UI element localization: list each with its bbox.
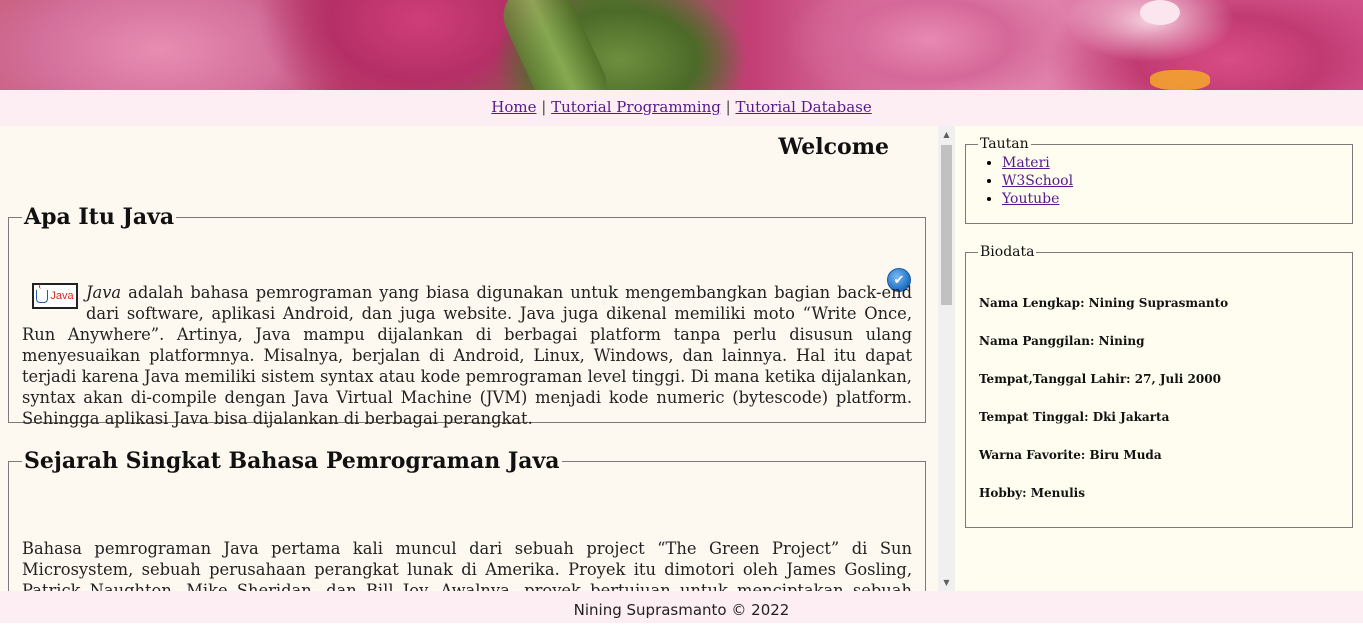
scroll-up-arrow-icon[interactable]: ▲	[938, 126, 955, 143]
link-materi[interactable]: Materi	[1002, 155, 1050, 171]
main-content[interactable]: Welcome Apa Itu Java ✔ Java Java adalah …	[0, 126, 938, 591]
nav-link-tutorial-programming[interactable]: Tutorial Programming	[551, 98, 721, 116]
section-paragraph: Bahasa pemrograman Java pertama kali mun…	[22, 539, 912, 591]
bio-nama-panggilan: Nama Panggilan: Nining	[979, 334, 1145, 348]
link-youtube[interactable]: Youtube	[1002, 191, 1059, 207]
java-emphasis: Java	[86, 283, 122, 302]
list-item: Youtube	[1002, 190, 1340, 208]
tautan-list: Materi W3School Youtube	[978, 154, 1340, 208]
bio-warna-favorite: Warna Favorite: Biru Muda	[979, 448, 1162, 462]
nav-separator: |	[725, 98, 731, 116]
nav-link-home[interactable]: Home	[491, 98, 536, 116]
bio-tempat-tinggal: Tempat Tinggal: Dki Jakarta	[979, 410, 1170, 424]
section-title: Apa Itu Java	[24, 204, 175, 230]
biodata-legend: Biodata	[980, 244, 1035, 260]
coffee-cup-icon	[36, 283, 49, 303]
biodata-box: Biodata Nama Lengkap: Nining Suprasmanto…	[965, 244, 1353, 528]
tautan-legend: Tautan	[980, 136, 1029, 152]
scroll-thumb[interactable]	[941, 145, 952, 305]
java-logo: Java	[32, 283, 78, 309]
java-logo-text: Java	[50, 289, 74, 302]
section-paragraph: Java Java adalah bahasa pemrograman yang…	[22, 282, 912, 429]
top-nav: Home | Tutorial Programming | Tutorial D…	[0, 90, 1363, 126]
footer-text: Nining Suprasmanto © 2022	[573, 601, 790, 619]
section-title: Sejarah Singkat Bahasa Pemrograman Java	[24, 448, 560, 474]
list-item: Materi	[1002, 154, 1340, 172]
section-apa-itu-java: Apa Itu Java ✔ Java Java adalah bahasa p…	[8, 204, 926, 428]
welcome-heading: Welcome	[778, 134, 889, 160]
banner-leaf	[493, 0, 617, 90]
section-text: adalah bahasa pemrograman yang biasa dig…	[22, 283, 912, 428]
header-banner-image	[0, 0, 1363, 90]
banner-flower-center	[1150, 70, 1210, 90]
tautan-box: Tautan Materi W3School Youtube	[965, 136, 1353, 224]
bio-nama-lengkap: Nama Lengkap: Nining Suprasmanto	[979, 296, 1229, 310]
section-sejarah-java: Sejarah Singkat Bahasa Pemrograman Java …	[8, 448, 926, 591]
main-scrollbar[interactable]: ▲ ▼	[938, 126, 955, 591]
list-item: W3School	[1002, 172, 1340, 190]
nav-link-tutorial-database[interactable]: Tutorial Database	[735, 98, 871, 116]
scroll-down-arrow-icon[interactable]: ▼	[938, 574, 955, 591]
link-w3school[interactable]: W3School	[1002, 173, 1073, 189]
nav-separator: |	[541, 98, 547, 116]
bio-hobby: Hobby: Menulis	[979, 486, 1085, 500]
bio-tempat-tanggal-lahir: Tempat,Tanggal Lahir: 27, Juli 2000	[979, 372, 1221, 386]
footer: Nining Suprasmanto © 2022	[0, 591, 1363, 623]
sidebar: Tautan Materi W3School Youtube Biodata N…	[955, 126, 1363, 591]
banner-petal-highlight	[1140, 0, 1180, 25]
